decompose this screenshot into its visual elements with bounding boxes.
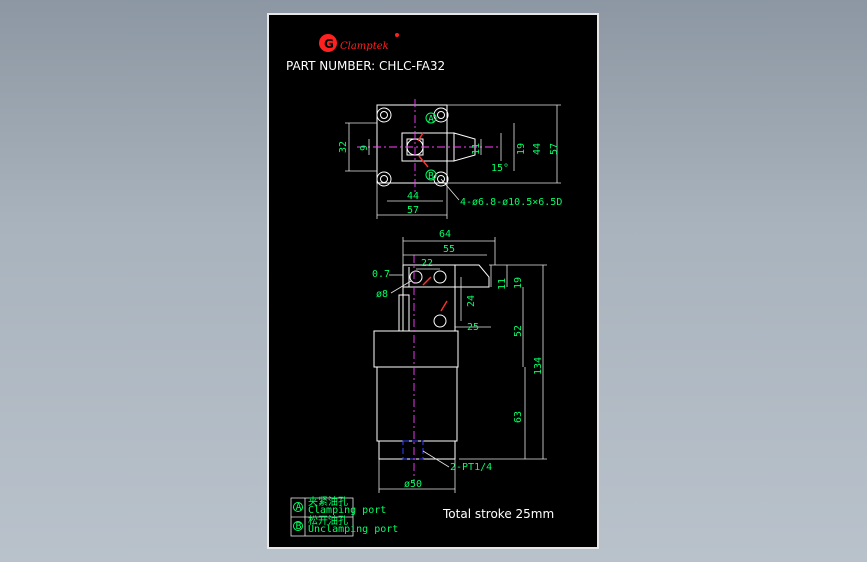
- dim-0-7: 0.7: [372, 269, 390, 280]
- dim-63: 63: [513, 411, 524, 423]
- dim-57h: 57: [407, 205, 419, 216]
- dim-d50: ø50: [404, 479, 422, 490]
- pivot-pin: [433, 270, 447, 284]
- side-view: 64 55 22 0.7 ø8 24 11 19 25 52 134 63 2-…: [372, 229, 547, 493]
- svg-text:A: A: [428, 114, 434, 125]
- dim-134: 134: [533, 357, 544, 375]
- side-arm-tip: [454, 264, 490, 288]
- dim-64: 64: [439, 229, 451, 240]
- dim-11: 11: [471, 143, 482, 155]
- dim-holes: 4-ø6.8-ø10.5×6.5D: [460, 197, 562, 208]
- clamptek-logo: G Clamptek: [319, 33, 399, 52]
- dim-angle: 15°: [491, 163, 509, 174]
- pivot-pin: [409, 270, 423, 284]
- mounting-hole: [376, 171, 392, 187]
- dim-32: 32: [338, 141, 349, 153]
- cylinder-bottom: [378, 440, 456, 460]
- dim-24: 24: [466, 295, 477, 307]
- logo-text: Clamptek: [340, 41, 389, 52]
- dim-52: 52: [513, 325, 524, 337]
- svg-text:B: B: [296, 521, 302, 532]
- legend-b-en: Unclamping port: [308, 524, 398, 535]
- dim-19: 19: [516, 143, 527, 155]
- dim-25: 25: [467, 322, 479, 333]
- mounting-hole: [376, 107, 392, 123]
- dim-44v: 44: [532, 143, 543, 155]
- dim-port: 2-PT1/4: [450, 462, 492, 473]
- cylinder-flange: [373, 330, 459, 368]
- dim-57v: 57: [549, 143, 560, 155]
- top-view: A B 32 9 11 19 44 57 15° 44 57 4-ø6.8-ø1…: [338, 99, 562, 219]
- drawing-sheet: G Clamptek PART NUMBER: CHLC-FA32 A B 32…: [267, 13, 599, 549]
- part-number: PART NUMBER: CHLC-FA32: [286, 59, 445, 73]
- pivot-pin: [433, 314, 447, 328]
- port-legend: A 夹紧油孔 Clamping port B 松开油孔 Unclamping p…: [290, 495, 398, 537]
- link-body: [402, 286, 456, 332]
- legend-a-en: Clamping port: [308, 505, 386, 516]
- logo-registered-dot: [395, 33, 399, 37]
- dim-55: 55: [443, 244, 455, 255]
- dim-9: 9: [359, 145, 370, 151]
- dim-d8: ø8: [376, 289, 388, 300]
- dim-11s: 11: [497, 278, 508, 290]
- dim-44h: 44: [407, 191, 419, 202]
- cad-drawing: G Clamptek PART NUMBER: CHLC-FA32 A B 32…: [286, 33, 562, 537]
- dim-22: 22: [421, 258, 433, 269]
- stroke-note: Total stroke 25mm: [442, 507, 554, 521]
- dim-19s: 19: [513, 277, 524, 289]
- logo-mark: G: [324, 37, 334, 51]
- svg-text:A: A: [296, 502, 302, 513]
- svg-text:B: B: [428, 171, 434, 182]
- cylinder-body: [376, 366, 458, 442]
- port-pt-icon: [402, 440, 424, 460]
